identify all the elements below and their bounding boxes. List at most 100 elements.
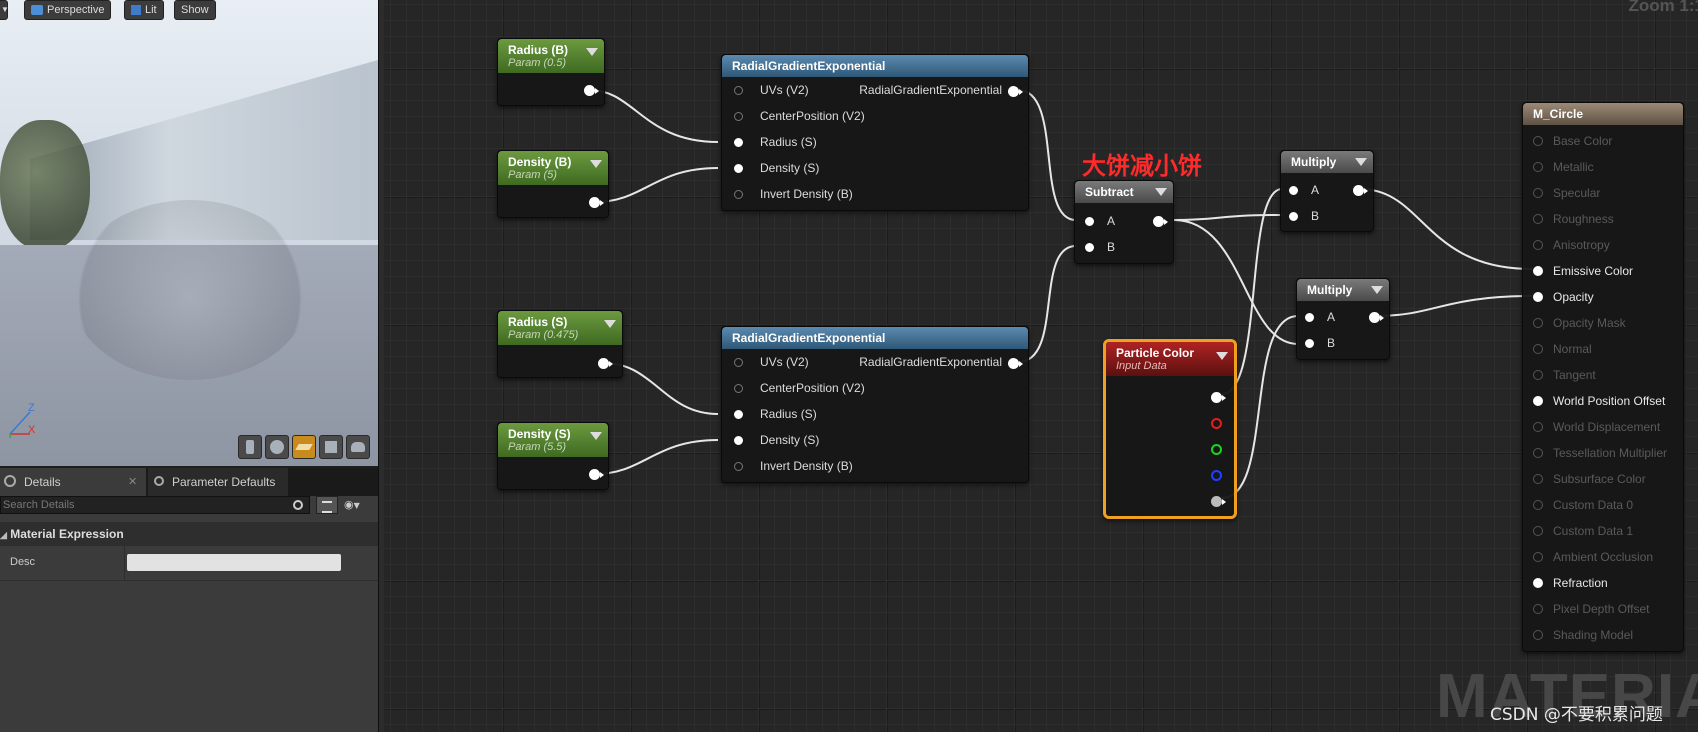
collapse-arrow-icon[interactable] <box>586 48 598 56</box>
output-pin-g[interactable] <box>1211 444 1222 455</box>
output-pin-alpha[interactable] <box>1211 496 1226 507</box>
input-pin-density[interactable]: Density (S) <box>734 160 819 176</box>
node-material-result[interactable]: M_Circle Base Color Metallic Specular Rough… <box>1522 102 1684 652</box>
result-pin-emissive-color[interactable]: Emissive Color <box>1533 263 1633 279</box>
tab-parameter-defaults[interactable]: Parameter Defaults <box>148 468 288 496</box>
node-subtitle: Param (0.5) <box>508 57 567 69</box>
node-particle-color[interactable]: Particle Color Input Data <box>1103 339 1237 519</box>
viewport-menu-button[interactable]: ▼ <box>0 0 9 20</box>
result-pin-metallic[interactable]: Metallic <box>1533 159 1594 175</box>
output-pin-rgb[interactable] <box>1211 392 1226 403</box>
result-pin-subsurface-color[interactable]: Subsurface Color <box>1533 471 1646 487</box>
visibility-dropdown[interactable]: ◉▼ <box>344 498 374 514</box>
input-pin-invert-density[interactable]: Invert Density (B) <box>734 186 853 202</box>
tab-param-label: Parameter Defaults <box>172 475 276 489</box>
node-multiply-2[interactable]: Multiply A B <box>1296 278 1390 360</box>
node-density-s[interactable]: Density (S) Param (5.5) <box>497 422 609 490</box>
desc-input[interactable] <box>127 554 341 571</box>
collapse-arrow-icon[interactable] <box>1355 158 1367 166</box>
preview-cube-button[interactable] <box>319 435 343 459</box>
result-pin-refraction[interactable]: Refraction <box>1533 575 1608 591</box>
node-radial-gradient-exponential-1[interactable]: RadialGradientExponential UVs (V2) Cente… <box>721 54 1029 211</box>
input-pin-a[interactable]: A <box>1305 309 1335 325</box>
output-pin[interactable] <box>589 469 604 480</box>
input-pin-density[interactable]: Density (S) <box>734 432 819 448</box>
material-expression-section[interactable]: ◢ Material Expression <box>0 522 378 546</box>
input-pin-center-position[interactable]: CenterPosition (V2) <box>734 380 865 396</box>
pin-label: Shading Model <box>1553 628 1634 642</box>
material-graph-canvas[interactable]: Zoom 1:1 Radius (B) Param (0.5) Density … <box>384 0 1698 732</box>
input-pin-radius[interactable]: Radius (S) <box>734 406 817 422</box>
input-pin-b[interactable]: B <box>1305 335 1335 351</box>
input-pin-uvs[interactable]: UVs (V2) <box>734 354 809 370</box>
result-pin-shading-model[interactable]: Shading Model <box>1533 627 1634 643</box>
close-icon[interactable]: ✕ <box>128 468 137 496</box>
collapse-arrow-icon[interactable] <box>1155 188 1167 196</box>
lit-button[interactable]: Lit <box>124 0 164 20</box>
result-pin-ambient-occlusion[interactable]: Ambient Occlusion <box>1533 549 1653 565</box>
output-pin-b[interactable] <box>1211 470 1222 481</box>
result-pin-opacity-mask[interactable]: Opacity Mask <box>1533 315 1626 331</box>
input-pin-a[interactable]: A <box>1085 213 1115 229</box>
preview-sphere <box>70 200 310 380</box>
result-pin-pixel-depth-offset[interactable]: Pixel Depth Offset <box>1533 601 1650 617</box>
result-pin-tessellation-multiplier[interactable]: Tessellation Multiplier <box>1533 445 1667 461</box>
collapse-arrow-icon[interactable] <box>1371 286 1383 294</box>
input-pin-center-position[interactable]: CenterPosition (V2) <box>734 108 865 124</box>
material-preview-viewport[interactable]: ▼ Perspective Lit Show Z X <box>0 0 378 466</box>
result-pin-normal[interactable]: Normal <box>1533 341 1592 357</box>
output-pin[interactable] <box>584 85 599 96</box>
output-pin[interactable] <box>1008 358 1023 369</box>
show-button[interactable]: Show <box>174 0 216 20</box>
collapse-arrow-icon[interactable] <box>1216 352 1228 360</box>
result-pin-roughness[interactable]: Roughness <box>1533 211 1614 227</box>
output-pin[interactable] <box>589 197 604 208</box>
preview-plane-button[interactable] <box>292 435 316 459</box>
pin-dot <box>1533 136 1543 146</box>
node-header: Multiply <box>1297 279 1389 301</box>
result-pin-opacity[interactable]: Opacity <box>1533 289 1594 305</box>
result-pin-world-position-offset[interactable]: World Position Offset <box>1533 393 1665 409</box>
pin-dot <box>1533 318 1543 328</box>
view-options-button[interactable] <box>316 496 338 514</box>
node-subtract[interactable]: Subtract A B <box>1074 180 1174 264</box>
input-pin-invert-density[interactable]: Invert Density (B) <box>734 458 853 474</box>
output-pin[interactable] <box>1153 216 1168 227</box>
output-pin-r[interactable] <box>1211 418 1222 429</box>
result-pin-base-color[interactable]: Base Color <box>1533 133 1612 149</box>
input-pin-a[interactable]: A <box>1289 182 1319 198</box>
tab-details[interactable]: Details ✕ <box>0 468 146 496</box>
details-search-input[interactable]: Search Details <box>0 496 310 514</box>
pin-label: B <box>1311 209 1320 223</box>
result-pin-custom-data-0[interactable]: Custom Data 0 <box>1533 497 1633 513</box>
node-multiply-1[interactable]: Multiply A B <box>1280 150 1374 232</box>
node-radial-gradient-exponential-2[interactable]: RadialGradientExponential UVs (V2) Cente… <box>721 326 1029 483</box>
result-pin-anisotropy[interactable]: Anisotropy <box>1533 237 1610 253</box>
node-subtitle: Param (5) <box>508 169 557 181</box>
perspective-button[interactable]: Perspective <box>24 0 112 20</box>
collapse-arrow-icon[interactable] <box>604 320 616 328</box>
node-density-b[interactable]: Density (B) Param (5) <box>497 150 609 218</box>
output-pin[interactable] <box>598 358 613 369</box>
result-pin-tangent[interactable]: Tangent <box>1533 367 1596 383</box>
preview-cylinder-button[interactable] <box>238 435 262 459</box>
input-pin-uvs[interactable]: UVs (V2) <box>734 82 809 98</box>
node-radius-s[interactable]: Radius (S) Param (0.475) <box>497 310 623 378</box>
node-radius-b[interactable]: Radius (B) Param (0.5) <box>497 38 605 106</box>
node-title: Radius (B) <box>508 43 568 57</box>
node-header: Particle Color Input Data <box>1106 342 1234 376</box>
preview-custom-mesh-button[interactable] <box>346 435 370 459</box>
output-pin[interactable] <box>1353 185 1368 196</box>
input-pin-b[interactable]: B <box>1289 208 1319 224</box>
node-title: Multiply <box>1307 283 1353 297</box>
input-pin-b[interactable]: B <box>1085 239 1115 255</box>
input-pin-radius[interactable]: Radius (S) <box>734 134 817 150</box>
collapse-arrow-icon[interactable] <box>590 160 602 168</box>
output-pin[interactable] <box>1369 312 1384 323</box>
result-pin-custom-data-1[interactable]: Custom Data 1 <box>1533 523 1633 539</box>
preview-sphere-button[interactable] <box>265 435 289 459</box>
collapse-arrow-icon[interactable] <box>590 432 602 440</box>
output-pin[interactable] <box>1008 86 1023 97</box>
result-pin-world-displacement[interactable]: World Displacement <box>1533 419 1660 435</box>
result-pin-specular[interactable]: Specular <box>1533 185 1600 201</box>
